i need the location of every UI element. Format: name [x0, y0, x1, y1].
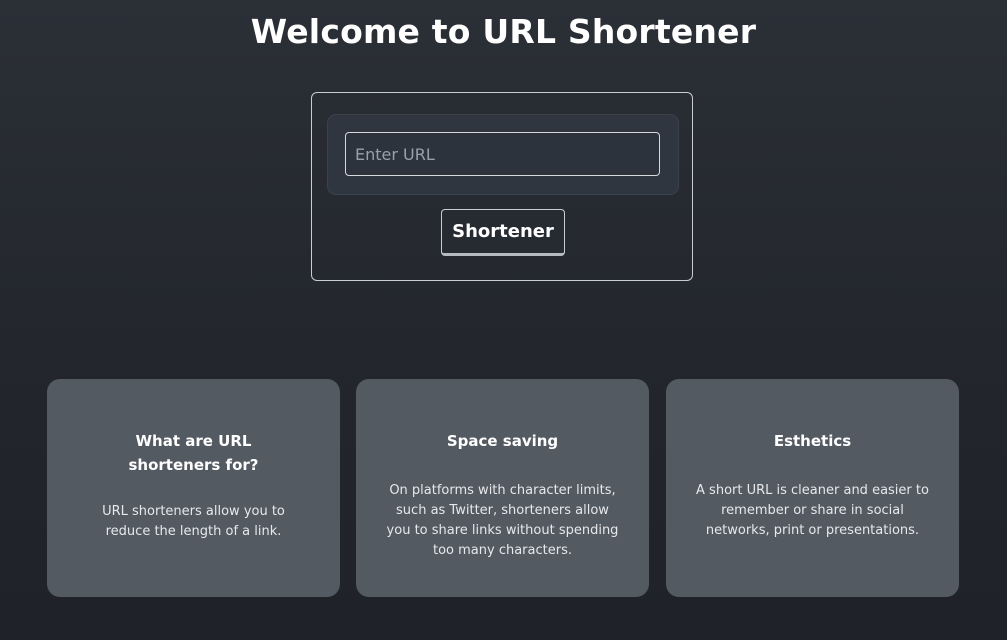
shortener-form: Shortener — [311, 92, 693, 281]
card-title: Space saving — [446, 432, 559, 450]
url-input[interactable] — [345, 132, 660, 176]
card-title: Esthetics — [773, 432, 852, 450]
info-card-purpose: What are URL shorteners for? URL shorten… — [47, 379, 340, 597]
card-text: URL shorteners allow you to reduce the l… — [102, 504, 285, 539]
card-title: What are URL shorteners for? — [128, 432, 259, 474]
info-card-space-saving: Space saving On platforms with character… — [356, 379, 649, 597]
url-input-panel — [328, 115, 678, 194]
info-cards: What are URL shorteners for? URL shorten… — [47, 379, 959, 597]
page-title: Welcome to URL Shortener — [250, 12, 757, 51]
shorten-button[interactable]: Shortener — [441, 209, 565, 256]
info-card-esthetics: Esthetics A short URL is cleaner and eas… — [666, 379, 959, 597]
card-text: On platforms with character limits, such… — [386, 483, 619, 558]
card-text: A short URL is cleaner and easier to rem… — [696, 483, 929, 538]
